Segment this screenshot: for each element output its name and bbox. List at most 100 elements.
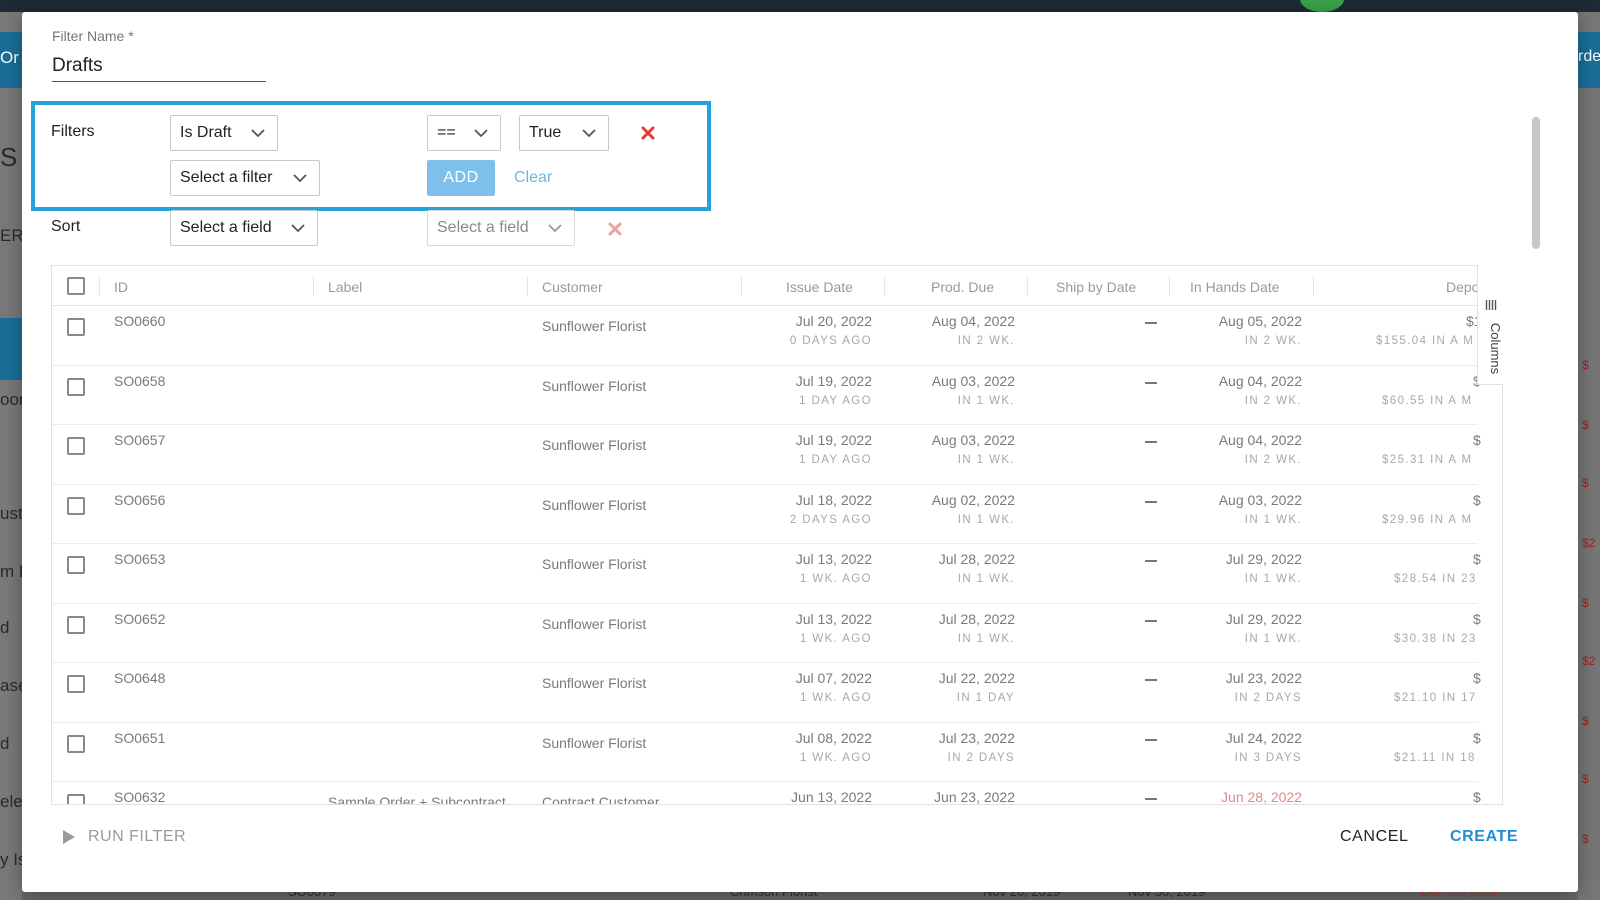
row-id[interactable]: SO0648 <box>114 670 165 686</box>
row-in-hands-date: Jul 29, 2022 <box>1225 610 1302 627</box>
filter-field-select[interactable]: Is Draft <box>170 115 278 151</box>
columns-icon <box>1485 300 1497 310</box>
row-id[interactable]: SO0657 <box>114 432 165 448</box>
background-top-bar <box>0 0 1600 12</box>
table-row[interactable]: SO0632 Sample Order + Subcontract Contra… <box>52 782 1481 805</box>
row-checkbox[interactable] <box>67 318 85 336</box>
row-ship-by-empty <box>1145 798 1157 800</box>
row-in-hands-date: Aug 03, 2022 <box>1218 491 1302 508</box>
row-deposit: $ <box>1473 610 1481 627</box>
row-issue-date: Jul 20, 2022 <box>795 313 872 329</box>
sort-direction-select[interactable]: Select a field <box>427 210 575 246</box>
row-issue-relative: 1 DAY AGO <box>799 454 872 466</box>
row-ship-by-empty <box>1145 500 1157 503</box>
row-deposit-relative: $28.54 IN 23 <box>1394 573 1477 585</box>
columns-panel-toggle[interactable]: Columns <box>1477 265 1503 385</box>
filter-name-input[interactable] <box>52 50 266 82</box>
header-in-hands-date[interactable]: In Hands Date <box>1190 279 1280 295</box>
row-in-hands-relative: IN 1 WK. <box>1244 632 1302 645</box>
filter-value-value: True <box>529 124 562 141</box>
chevron-down-icon <box>474 129 488 138</box>
row-prod-due-relative: IN 1 WK. <box>957 573 1015 585</box>
row-checkbox[interactable] <box>67 734 85 753</box>
create-button[interactable]: CREATE <box>1450 828 1518 846</box>
row-in-hands-relative: IN 2 WK. <box>1244 454 1302 466</box>
row-prod-due-relative: IN 2 DAYS <box>947 751 1015 764</box>
bg-fragment: S <box>0 142 18 172</box>
table-row[interactable]: SO0648 Sunflower Florist Jul 07, 2022 1 … <box>52 663 1481 723</box>
row-prod-due: Jul 28, 2022 <box>938 551 1015 567</box>
row-ship-by-empty <box>1145 441 1157 443</box>
header-customer[interactable]: Customer <box>542 279 603 295</box>
row-issue-relative: 0 DAYS AGO <box>789 335 872 347</box>
table-row[interactable]: SO0660 Sunflower Florist Jul 20, 2022 0 … <box>52 306 1482 366</box>
row-prod-due-relative: IN 1 WK. <box>957 394 1015 407</box>
header-prod-due[interactable]: Prod. Due <box>931 279 994 295</box>
row-checkbox[interactable] <box>67 556 85 574</box>
row-id[interactable]: SO0660 <box>114 313 165 329</box>
filter-operator-value: == <box>437 124 456 141</box>
bg-fragment: $ <box>1582 358 1589 372</box>
row-checkbox[interactable] <box>67 615 85 634</box>
row-in-hands-date: Jun 28, 2022 <box>1221 789 1302 805</box>
select-all-checkbox[interactable] <box>67 277 85 295</box>
row-id[interactable]: SO0658 <box>114 373 165 389</box>
filter-field-value: Is Draft <box>180 124 232 141</box>
row-checkbox[interactable] <box>67 377 85 396</box>
table-row[interactable]: SO0657 Sunflower Florist Jul 19, 2022 1 … <box>52 425 1481 485</box>
row-prod-due: Aug 03, 2022 <box>931 432 1015 448</box>
bg-fragment: $2 <box>1582 536 1596 550</box>
table-row[interactable]: SO0653 Sunflower Florist Jul 13, 2022 1 … <box>52 544 1481 604</box>
header-issue-date[interactable]: Issue Date <box>786 279 853 295</box>
row-deposit: $ <box>1473 789 1481 805</box>
header-ship-by-date[interactable]: Ship by Date <box>1056 279 1136 295</box>
bg-fragment: oor <box>0 390 25 409</box>
header-label[interactable]: Label <box>328 279 362 295</box>
row-id[interactable]: SO0651 <box>114 730 165 746</box>
filter-operator-select[interactable]: == <box>427 115 501 151</box>
new-filter-placeholder: Select a filter <box>180 169 273 186</box>
row-id[interactable]: SO0652 <box>114 611 165 627</box>
row-issue-relative: 2 DAYS AGO <box>789 513 872 526</box>
cancel-button[interactable]: CANCEL <box>1340 828 1409 846</box>
remove-filter-icon[interactable] <box>641 126 655 140</box>
row-in-hands-date: Aug 04, 2022 <box>1218 432 1302 448</box>
remove-sort-icon[interactable] <box>608 222 622 236</box>
new-filter-select[interactable]: Select a filter <box>170 160 320 196</box>
bg-fragment: ele <box>0 792 23 811</box>
row-deposit-relative: $21.10 IN 17 <box>1394 692 1477 704</box>
row-checkbox[interactable] <box>67 675 85 693</box>
row-deposit: $ <box>1473 551 1481 567</box>
row-id[interactable]: SO0653 <box>114 551 165 567</box>
row-customer: Sunflower Florist <box>542 318 647 334</box>
row-id[interactable]: SO0632 <box>114 789 165 804</box>
filter-value-select[interactable]: True <box>519 115 609 151</box>
row-issue-date: Jul 19, 2022 <box>795 372 872 389</box>
row-checkbox[interactable] <box>67 437 85 455</box>
row-prod-due: Aug 02, 2022 <box>931 491 1015 508</box>
clear-filters-link[interactable]: Clear <box>514 169 552 187</box>
row-deposit: $ <box>1473 491 1481 508</box>
row-checkbox[interactable] <box>67 496 85 515</box>
row-deposit-relative: $21.11 IN 18 <box>1394 751 1476 764</box>
header-deposit[interactable]: Depo <box>1446 279 1479 295</box>
dialog-scrollbar[interactable] <box>1532 117 1540 249</box>
bg-fragment: d <box>0 734 10 753</box>
table-row[interactable]: SO0651 Sunflower Florist Jul 08, 2022 1 … <box>52 723 1481 782</box>
chevron-down-icon <box>251 129 265 138</box>
table-row[interactable]: SO0656 Sunflower Florist Jul 18, 2022 2 … <box>52 485 1481 544</box>
row-issue-relative: 1 WK. AGO <box>799 751 872 764</box>
sort-field-placeholder: Select a field <box>180 219 272 236</box>
row-checkbox[interactable] <box>67 794 85 804</box>
row-id[interactable]: SO0656 <box>114 492 165 508</box>
run-filter-button[interactable]: RUN FILTER <box>62 828 186 846</box>
row-label: Sample Order + Subcontract <box>328 794 506 805</box>
sort-field-select[interactable]: Select a field <box>170 210 318 246</box>
add-filter-button[interactable]: ADD <box>427 160 495 196</box>
table-row[interactable]: SO0652 Sunflower Florist Jul 13, 2022 1 … <box>52 604 1481 663</box>
bg-fragment: $2 <box>1582 654 1596 668</box>
header-id[interactable]: ID <box>114 279 128 295</box>
row-issue-date: Jul 07, 2022 <box>795 670 872 686</box>
table-row[interactable]: SO0658 Sunflower Florist Jul 19, 2022 1 … <box>52 366 1481 425</box>
row-issue-relative: 1 WK. AGO <box>799 632 872 645</box>
